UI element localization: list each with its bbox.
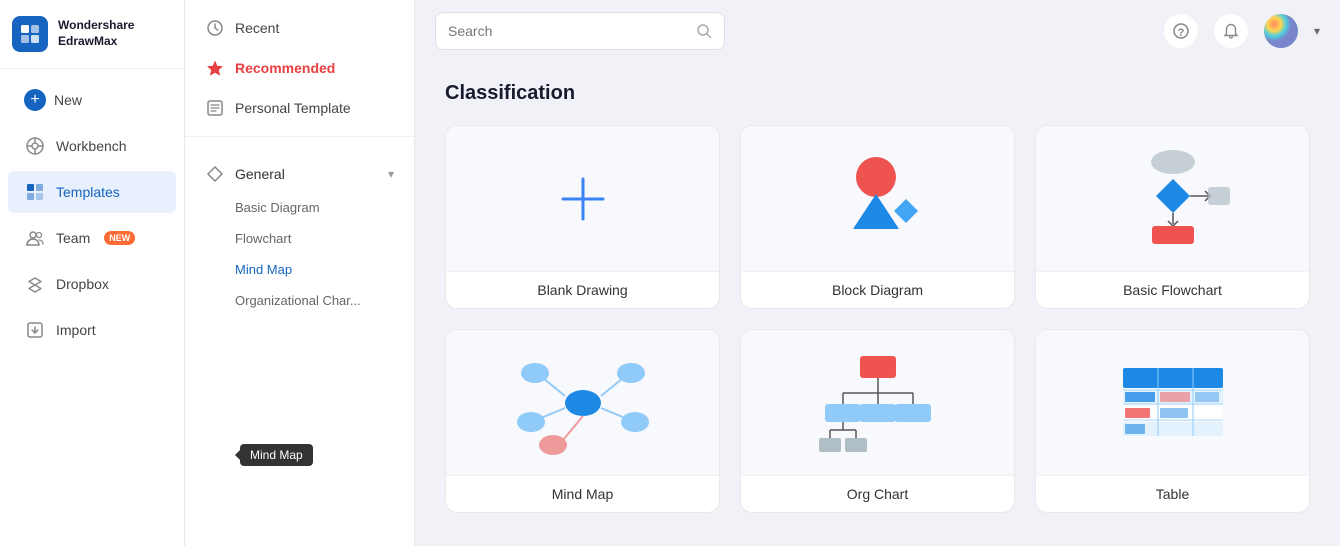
notification-button[interactable] bbox=[1214, 14, 1248, 48]
top-bar: ? bbox=[415, 0, 1340, 62]
general-label: General bbox=[235, 166, 285, 182]
clock-icon bbox=[205, 18, 225, 38]
menu-item-recommended[interactable]: Recommended bbox=[185, 48, 414, 88]
workbench-icon bbox=[24, 135, 46, 157]
new-plus-icon: + bbox=[24, 89, 46, 111]
card-blank-drawing[interactable]: Blank Drawing bbox=[445, 125, 720, 309]
nav-item-team[interactable]: Team NEW bbox=[8, 217, 176, 259]
search-bar[interactable] bbox=[435, 12, 725, 50]
top-icons: ? bbox=[1164, 14, 1320, 48]
personal-template-icon bbox=[205, 98, 225, 118]
team-icon bbox=[24, 227, 46, 249]
second-panel: Recent Recommended Personal Template bbox=[185, 0, 415, 546]
nav-item-templates[interactable]: Templates bbox=[8, 171, 176, 213]
card-label-mindmap: Mind Map bbox=[446, 475, 719, 512]
nav-item-new[interactable]: + New bbox=[8, 79, 176, 121]
help-button[interactable]: ? bbox=[1164, 14, 1198, 48]
submenu-basic-diagram[interactable]: Basic Diagram bbox=[205, 192, 394, 223]
submenu-mind-map[interactable]: Mind Map bbox=[205, 254, 394, 285]
team-label: Team bbox=[56, 230, 90, 246]
main-content: ? bbox=[415, 0, 1340, 546]
general-section: General ▾ Basic Diagram Flowchart Mind M… bbox=[185, 148, 414, 324]
recent-label: Recent bbox=[235, 20, 279, 36]
card-visual-block bbox=[741, 126, 1014, 271]
search-input[interactable] bbox=[448, 23, 688, 39]
card-label-orgchart: Org Chart bbox=[741, 475, 1014, 512]
left-sidebar: Wondershare EdrawMax + New Workbench bbox=[0, 0, 185, 546]
card-label-block: Block Diagram bbox=[741, 271, 1014, 308]
avatar-chevron[interactable]: ▾ bbox=[1314, 24, 1320, 38]
submenu-org-chart[interactable]: Organizational Char... bbox=[205, 285, 394, 316]
star-icon bbox=[205, 58, 225, 78]
app-logo-icon bbox=[12, 16, 48, 52]
card-label-table: Table bbox=[1036, 475, 1309, 512]
card-table[interactable]: Table bbox=[1035, 329, 1310, 513]
card-visual-table bbox=[1036, 330, 1309, 475]
new-label: New bbox=[54, 92, 82, 108]
import-icon bbox=[24, 319, 46, 341]
diamond-icon bbox=[205, 164, 225, 184]
card-label-flowchart: Basic Flowchart bbox=[1036, 271, 1309, 308]
nav-item-dropbox[interactable]: Dropbox bbox=[8, 263, 176, 305]
card-org-chart[interactable]: Org Chart bbox=[740, 329, 1015, 513]
chevron-icon: ▾ bbox=[388, 167, 394, 181]
section-title: Classification bbox=[445, 82, 1310, 105]
svg-text:?: ? bbox=[1178, 27, 1185, 39]
personal-template-label: Personal Template bbox=[235, 100, 351, 116]
search-icon bbox=[696, 23, 712, 39]
dropbox-icon bbox=[24, 273, 46, 295]
card-visual-flowchart bbox=[1036, 126, 1309, 271]
submenu-flowchart[interactable]: Flowchart bbox=[205, 223, 394, 254]
card-mind-map[interactable]: Mind Map bbox=[445, 329, 720, 513]
card-visual-orgchart bbox=[741, 330, 1014, 475]
content-area: Classification Blank Drawing bbox=[415, 62, 1340, 533]
card-visual-mindmap bbox=[446, 330, 719, 475]
mind-map-tooltip: Mind Map bbox=[240, 444, 313, 466]
workbench-label: Workbench bbox=[56, 138, 127, 154]
menu-item-recent[interactable]: Recent bbox=[185, 8, 414, 48]
logo-area: Wondershare EdrawMax bbox=[0, 0, 184, 69]
app-name: Wondershare EdrawMax bbox=[58, 18, 134, 49]
templates-label: Templates bbox=[56, 184, 120, 200]
nav-item-workbench[interactable]: Workbench bbox=[8, 125, 176, 167]
card-visual-blank bbox=[446, 126, 719, 271]
general-header[interactable]: General ▾ bbox=[205, 156, 394, 192]
user-avatar[interactable] bbox=[1264, 14, 1298, 48]
team-new-badge: NEW bbox=[104, 231, 135, 245]
card-basic-flowchart[interactable]: Basic Flowchart bbox=[1035, 125, 1310, 309]
nav-item-import[interactable]: Import bbox=[8, 309, 176, 351]
templates-icon bbox=[24, 181, 46, 203]
cards-grid: Blank Drawing Block Diagram bbox=[445, 125, 1310, 513]
card-label-blank: Blank Drawing bbox=[446, 271, 719, 308]
card-block-diagram[interactable]: Block Diagram bbox=[740, 125, 1015, 309]
menu-item-personal-template[interactable]: Personal Template bbox=[185, 88, 414, 128]
nav-items: + New Workbench bbox=[0, 69, 184, 546]
dropbox-label: Dropbox bbox=[56, 276, 109, 292]
import-label: Import bbox=[56, 322, 96, 338]
recommended-label: Recommended bbox=[235, 60, 335, 76]
